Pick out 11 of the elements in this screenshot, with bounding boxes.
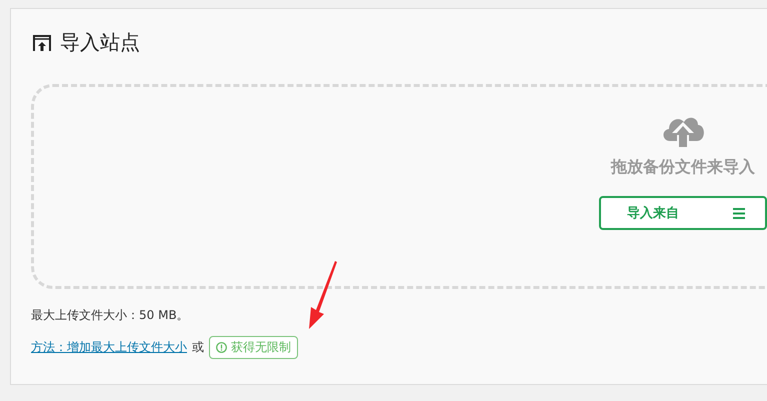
unlimited-button[interactable]: 获得无限制 (209, 336, 298, 359)
menu-icon (733, 208, 745, 218)
info-icon (216, 342, 227, 353)
increase-upload-link[interactable]: 方法：增加最大上传文件大小 (31, 339, 187, 356)
or-text: 或 (192, 339, 204, 356)
import-from-button[interactable]: 导入来自 (599, 196, 767, 230)
panel-title: 导入站点 (60, 29, 140, 56)
import-icon (32, 32, 52, 52)
drop-zone[interactable]: 拖放备份文件来导入 导入来自 (31, 84, 767, 289)
max-upload-size: 最大上传文件大小：50 MB。 (31, 307, 190, 324)
drop-prompt: 拖放备份文件来导入 (611, 157, 755, 178)
